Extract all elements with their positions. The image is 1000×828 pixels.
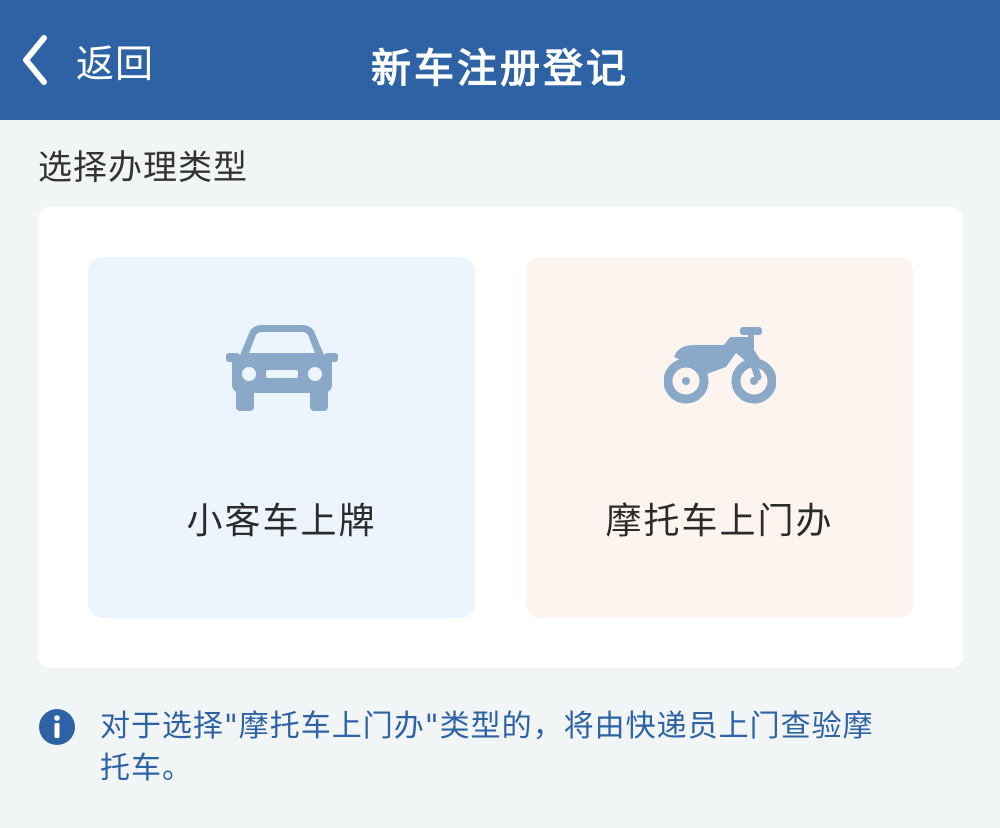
- info-icon: [39, 709, 75, 745]
- option-small-car-plate[interactable]: 小客车上牌: [88, 257, 475, 618]
- option-motorcycle-home-service[interactable]: 摩托车上门办: [526, 257, 913, 618]
- option-label: 摩托车上门办: [605, 501, 834, 542]
- motorcycle-icon: [664, 327, 776, 404]
- car-icon: [226, 325, 338, 411]
- page-title: 新车注册登记: [371, 46, 629, 92]
- section-label: 选择办理类型: [38, 148, 248, 188]
- option-label: 小客车上牌: [186, 501, 377, 542]
- notice-text: 对于选择"摩托车上门办"类型的，将由快递员上门查验摩托车。: [100, 709, 874, 786]
- top-navigation-bar: 返回 新车注册登记: [0, 0, 1000, 120]
- option-card: 小客车上牌 摩托车上门办: [38, 207, 963, 668]
